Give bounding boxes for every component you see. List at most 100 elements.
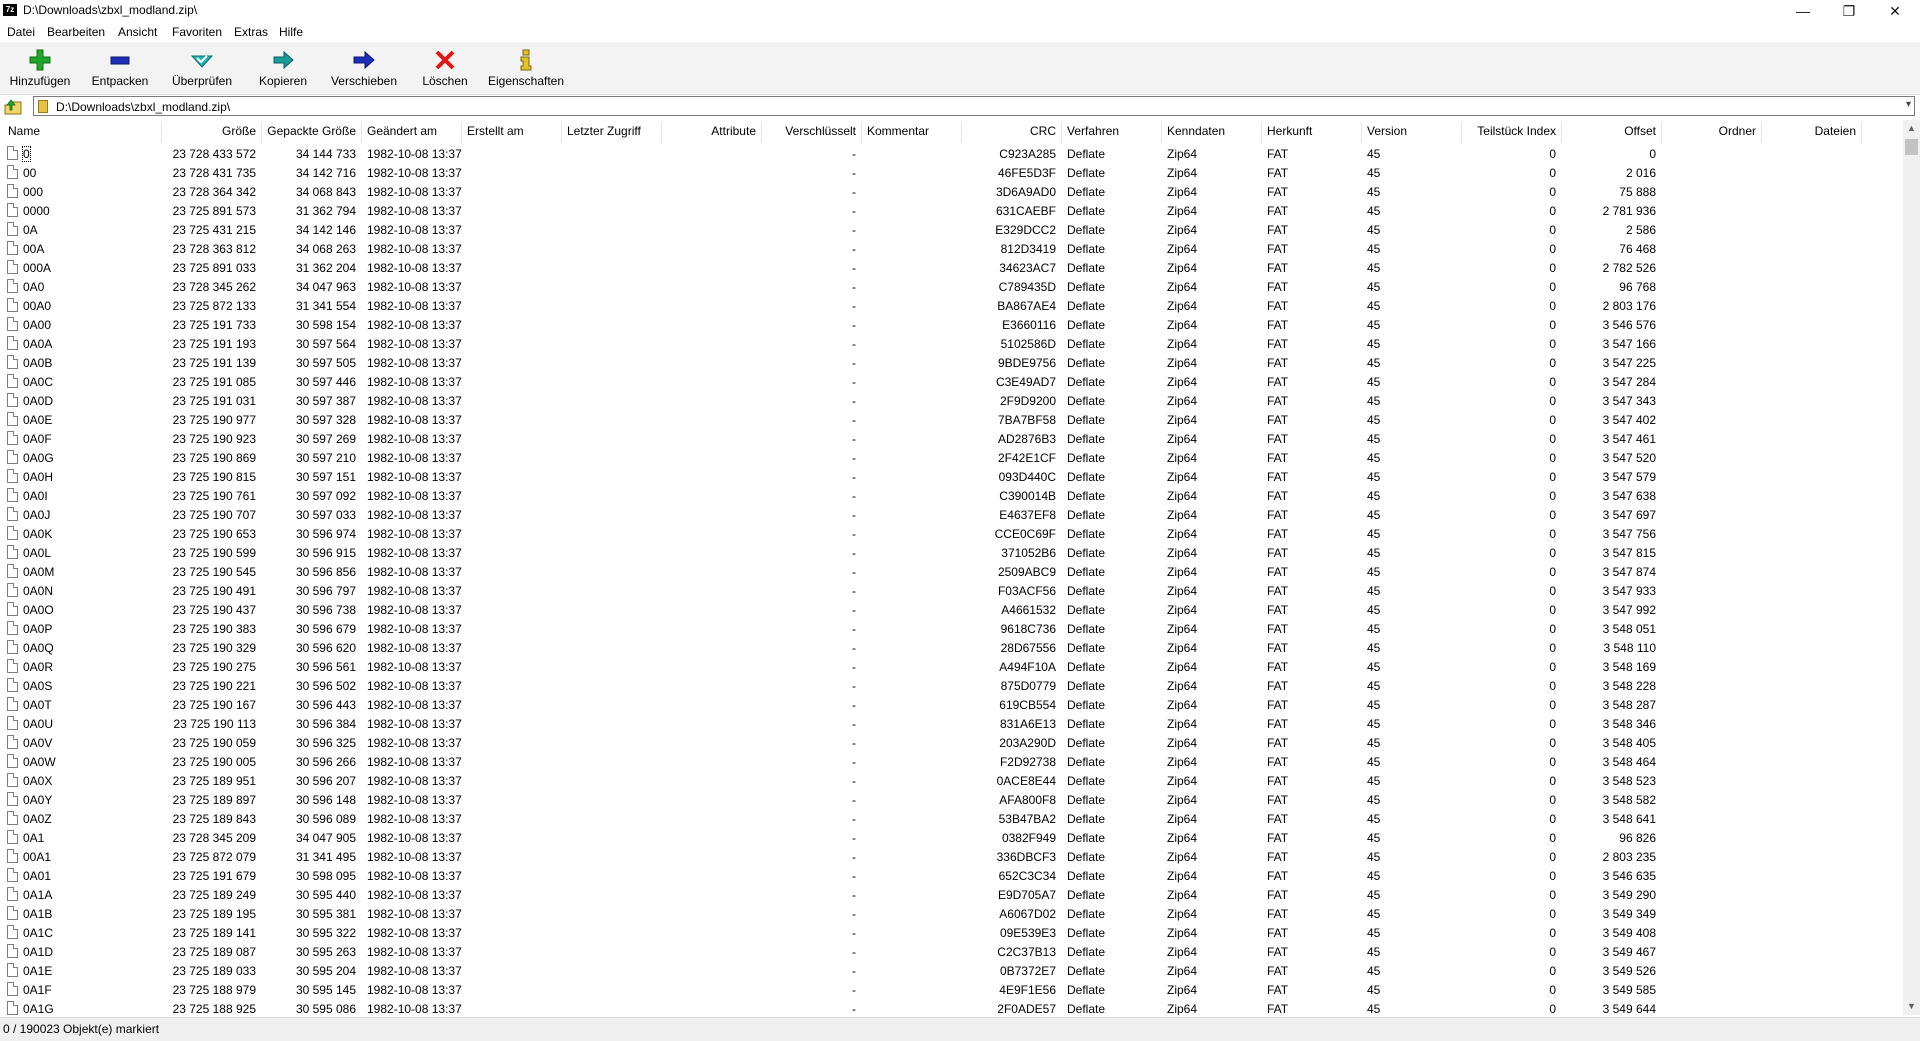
offset-cell: 3 548 405: [1602, 736, 1656, 750]
table-row[interactable]: 000 23 728 364 342 34 068 843 1982-10-08 13…: [0, 183, 1905, 202]
characteristics-cell: Zip64: [1167, 242, 1198, 256]
properties-button[interactable]: Eigenschaften: [486, 46, 566, 92]
menu-datei[interactable]: Datei: [7, 25, 35, 39]
table-row[interactable]: 0A0T 23 725 190 167 30 596 443 1982-10-08 1…: [0, 696, 1905, 715]
table-row[interactable]: 0A0J 23 725 190 707 30 597 033 1982-10-08 1…: [0, 506, 1905, 525]
table-row[interactable]: 0A1G 23 725 188 925 30 595 086 1982-10-08 1…: [0, 1000, 1905, 1015]
column-offset[interactable]: Offset: [1562, 124, 1656, 138]
table-row[interactable]: 0A0L 23 725 190 599 30 596 915 1982-10-08 1…: [0, 544, 1905, 563]
table-row[interactable]: 0A 23 725 431 215 34 142 146 1982-10-08 13:…: [0, 221, 1905, 240]
minus-icon: [108, 48, 132, 72]
folder-up-button[interactable]: [4, 98, 22, 115]
delete-button[interactable]: Löschen: [418, 46, 472, 92]
column-characteristics[interactable]: Kenndaten: [1167, 124, 1225, 138]
copy-button[interactable]: Kopieren: [254, 46, 312, 92]
column-encrypted[interactable]: Verschlüsselt: [762, 124, 856, 138]
table-row[interactable]: 0A0F 23 725 190 923 30 597 269 1982-10-08 1…: [0, 430, 1905, 449]
table-row[interactable]: 00A1 23 725 872 079 31 341 495 1982-10-08 1…: [0, 848, 1905, 867]
add-button[interactable]: Hinzufügen: [6, 46, 74, 92]
vertical-scrollbar[interactable]: ▲ ▼: [1903, 120, 1920, 1015]
column-created[interactable]: Erstellt am: [467, 124, 524, 138]
scroll-up-icon[interactable]: ▲: [1903, 120, 1920, 137]
file-icon: [7, 716, 18, 730]
column-host-os[interactable]: Herkunft: [1267, 124, 1312, 138]
table-row[interactable]: 0A0M 23 725 190 545 30 596 856 1982-10-08 1…: [0, 563, 1905, 582]
table-row[interactable]: 00A 23 728 363 812 34 068 263 1982-10-08 13…: [0, 240, 1905, 259]
column-accessed[interactable]: Letzter Zugriff: [567, 124, 641, 138]
table-row[interactable]: 0A0B 23 725 191 139 30 597 505 1982-10-08 1…: [0, 354, 1905, 373]
scroll-down-icon[interactable]: ▼: [1903, 998, 1920, 1015]
table-row[interactable]: 0A0V 23 725 190 059 30 596 325 1982-10-08 1…: [0, 734, 1905, 753]
test-button[interactable]: Überprüfen: [168, 46, 236, 92]
table-row[interactable]: 0 23 728 433 572 34 144 733 1982-10-08 13:3…: [0, 145, 1905, 164]
column-name[interactable]: Name: [8, 124, 40, 138]
menu-extras[interactable]: Extras: [234, 25, 268, 39]
table-row[interactable]: 0A0Q 23 725 190 329 30 596 620 1982-10-08 1…: [0, 639, 1905, 658]
table-row[interactable]: 0A0H 23 725 190 815 30 597 151 1982-10-08 1…: [0, 468, 1905, 487]
table-row[interactable]: 0A0Y 23 725 189 897 30 596 148 1982-10-08 1…: [0, 791, 1905, 810]
table-row[interactable]: 0A1D 23 725 189 087 30 595 263 1982-10-08 1…: [0, 943, 1905, 962]
close-button[interactable]: ✕: [1872, 0, 1918, 22]
table-row[interactable]: 0A0R 23 725 190 275 30 596 561 1982-10-08 1…: [0, 658, 1905, 677]
table-row[interactable]: 0A0G 23 725 190 869 30 597 210 1982-10-08 1…: [0, 449, 1905, 468]
table-row[interactable]: 0A0A 23 725 191 193 30 597 564 1982-10-08 1…: [0, 335, 1905, 354]
table-row[interactable]: 0A01 23 725 191 679 30 598 095 1982-10-08 1…: [0, 867, 1905, 886]
column-files[interactable]: Dateien: [1762, 124, 1856, 138]
method-cell: Deflate: [1067, 546, 1106, 560]
offset-cell: 2 782 526: [1602, 261, 1656, 275]
column-folders[interactable]: Ordner: [1662, 124, 1756, 138]
table-row[interactable]: 00A0 23 725 872 133 31 341 554 1982-10-08 1…: [0, 297, 1905, 316]
column-packed-size[interactable]: Gepackte Größe: [262, 124, 356, 138]
table-row[interactable]: 0A0W 23 725 190 005 30 596 266 1982-10-08 1…: [0, 753, 1905, 772]
size-cell: 23 725 191 031: [172, 394, 256, 408]
version-cell: 45: [1367, 565, 1381, 579]
table-row[interactable]: 0A0D 23 725 191 031 30 597 387 1982-10-08 1…: [0, 392, 1905, 411]
column-crc[interactable]: CRC: [962, 124, 1056, 138]
column-volume-index[interactable]: Teilstück Index: [1462, 124, 1556, 138]
table-row[interactable]: 0A1B 23 725 189 195 30 595 381 1982-10-08 1…: [0, 905, 1905, 924]
table-row[interactable]: 0A0Z 23 725 189 843 30 596 089 1982-10-08 1…: [0, 810, 1905, 829]
table-row[interactable]: 0A1C 23 725 189 141 30 595 322 1982-10-08 1…: [0, 924, 1905, 943]
table-row[interactable]: 0A1E 23 725 189 033 30 595 204 1982-10-08 1…: [0, 962, 1905, 981]
column-modified[interactable]: Geändert am: [367, 124, 437, 138]
table-row[interactable]: 0A0I 23 725 190 761 30 597 092 1982-10-08 1…: [0, 487, 1905, 506]
table-row[interactable]: 0A0 23 728 345 262 34 047 963 1982-10-08 13…: [0, 278, 1905, 297]
table-row[interactable]: 0A0U 23 725 190 113 30 596 384 1982-10-08 1…: [0, 715, 1905, 734]
extract-button[interactable]: Entpacken: [88, 46, 152, 92]
host-os-cell: FAT: [1267, 964, 1289, 978]
move-button[interactable]: Verschieben: [328, 46, 400, 92]
table-row[interactable]: 00 23 728 431 735 34 142 716 1982-10-08 13:…: [0, 164, 1905, 183]
table-row[interactable]: 0A0S 23 725 190 221 30 596 502 1982-10-08 1…: [0, 677, 1905, 696]
table-row[interactable]: 000A 23 725 891 033 31 362 204 1982-10-08 1…: [0, 259, 1905, 278]
minimize-button[interactable]: —: [1780, 0, 1826, 22]
table-row[interactable]: 0A0K 23 725 190 653 30 596 974 1982-10-08 1…: [0, 525, 1905, 544]
column-size[interactable]: Größe: [164, 124, 256, 138]
table-row[interactable]: 0A1F 23 725 188 979 30 595 145 1982-10-08 1…: [0, 981, 1905, 1000]
table-row[interactable]: 0A0X 23 725 189 951 30 596 207 1982-10-08 1…: [0, 772, 1905, 791]
crc-cell: A4661532: [1001, 603, 1056, 617]
file-list[interactable]: Name Größe Gepackte Größe Geändert am Er…: [0, 120, 1920, 1015]
modified-cell: 1982-10-08 13:37: [367, 831, 462, 845]
table-row[interactable]: 0A1A 23 725 189 249 30 595 440 1982-10-08 1…: [0, 886, 1905, 905]
address-field[interactable]: D:\Downloads\zbxl_modland.zip\ ▾: [33, 96, 1915, 116]
table-row[interactable]: 0A0E 23 725 190 977 30 597 328 1982-10-08 1…: [0, 411, 1905, 430]
table-row[interactable]: 0A0N 23 725 190 491 30 596 797 1982-10-08 1…: [0, 582, 1905, 601]
column-version[interactable]: Version: [1367, 124, 1407, 138]
table-row[interactable]: 0A0P 23 725 190 383 30 596 679 1982-10-08 1…: [0, 620, 1905, 639]
restore-button[interactable]: ❐: [1826, 0, 1872, 22]
table-row[interactable]: 0A0O 23 725 190 437 30 596 738 1982-10-08 1…: [0, 601, 1905, 620]
table-row[interactable]: 0A0C 23 725 191 085 30 597 446 1982-10-08 1…: [0, 373, 1905, 392]
chevron-down-icon[interactable]: ▾: [1906, 99, 1911, 110]
table-row[interactable]: 0A1 23 728 345 209 34 047 905 1982-10-08 13…: [0, 829, 1905, 848]
menu-ansicht[interactable]: Ansicht: [118, 25, 157, 39]
column-method[interactable]: Verfahren: [1067, 124, 1119, 138]
column-comment[interactable]: Kommentar: [867, 124, 929, 138]
modified-cell: 1982-10-08 13:37: [367, 451, 462, 465]
menu-hilfe[interactable]: Hilfe: [279, 25, 303, 39]
menu-bearbeiten[interactable]: Bearbeiten: [47, 25, 105, 39]
menu-favoriten[interactable]: Favoriten: [172, 25, 222, 39]
table-row[interactable]: 0A00 23 725 191 733 30 598 154 1982-10-08 1…: [0, 316, 1905, 335]
table-row[interactable]: 0000 23 725 891 573 31 362 794 1982-10-08 1…: [0, 202, 1905, 221]
scroll-thumb[interactable]: [1905, 139, 1918, 155]
column-attributes[interactable]: Attribute: [662, 124, 756, 138]
